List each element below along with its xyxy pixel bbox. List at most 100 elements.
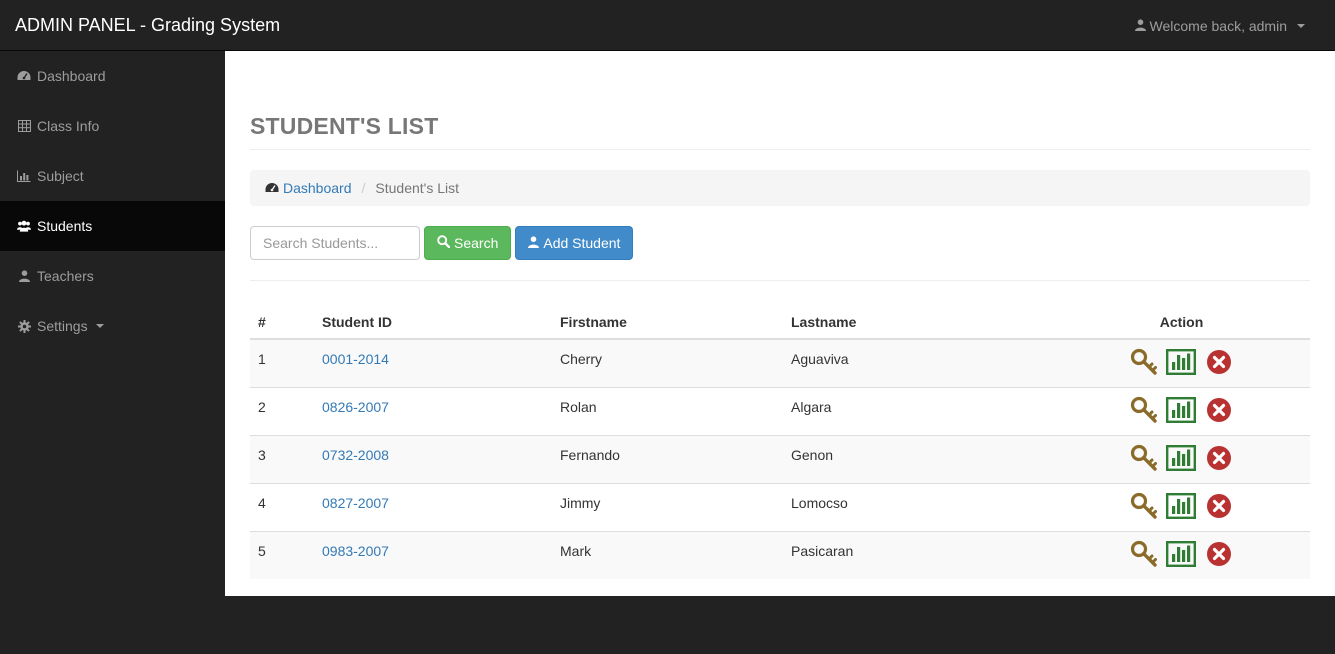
- column-header-student-id: Student ID: [314, 301, 552, 340]
- delete-icon[interactable]: [1203, 348, 1233, 379]
- sidebar-item-dashboard[interactable]: Dashboard: [0, 51, 225, 101]
- sidebar-item-students[interactable]: Students: [0, 201, 225, 251]
- cell-actions: [1053, 338, 1310, 388]
- cell-lastname: Aguaviva: [783, 338, 1053, 388]
- student-id-link[interactable]: 0826-2007: [322, 399, 389, 415]
- column-header-firstname: Firstname: [552, 301, 783, 340]
- user-icon: [17, 269, 31, 283]
- table-row: 3 0732-2008 Fernando Genon: [250, 435, 1310, 484]
- cell-firstname: Cherry: [552, 338, 783, 388]
- table-icon: [17, 119, 31, 133]
- cell-lastname: Lomocso: [783, 483, 1053, 532]
- sidebar-item-label: Class Info: [37, 118, 100, 134]
- key-icon[interactable]: [1130, 492, 1158, 523]
- delete-icon[interactable]: [1203, 492, 1233, 523]
- sidebar-item-label: Subject: [37, 168, 84, 184]
- toolbar: Search Add Student: [250, 226, 634, 260]
- chevron-down-icon: [1297, 24, 1305, 28]
- bar-chart-icon[interactable]: [1165, 445, 1196, 474]
- column-header-action: Action: [1053, 301, 1310, 340]
- cell-actions: [1053, 483, 1310, 532]
- students-table: # Student ID Firstname Lastname Action 1…: [250, 301, 1310, 579]
- table-row: 5 0983-2007 Mark Pasicaran: [250, 531, 1310, 579]
- student-id-link[interactable]: 0732-2008: [322, 447, 389, 463]
- sidebar-item-class-info[interactable]: Class Info: [0, 101, 225, 151]
- cell-firstname: Rolan: [552, 387, 783, 436]
- key-icon[interactable]: [1130, 540, 1158, 571]
- cell-lastname: Algara: [783, 387, 1053, 436]
- cell-firstname: Fernando: [552, 435, 783, 484]
- breadcrumb-home-label: Dashboard: [283, 180, 352, 196]
- cell-number: 5: [250, 531, 314, 579]
- table-header-row: # Student ID Firstname Lastname Action: [250, 301, 1310, 340]
- users-icon: [17, 219, 31, 233]
- cell-student-id: 0001-2014: [314, 338, 552, 388]
- sidebar: Dashboard Class Info Subject Students Te…: [0, 51, 225, 654]
- gear-icon: [17, 319, 31, 333]
- table-row: 1 0001-2014 Cherry Aguaviva: [250, 338, 1310, 388]
- breadcrumb-current: Student's List: [375, 180, 460, 196]
- user-menu[interactable]: Welcome back, admin: [1134, 17, 1305, 35]
- breadcrumb-dashboard-link[interactable]: Dashboard: [265, 180, 352, 196]
- delete-icon[interactable]: [1203, 540, 1233, 571]
- student-id-link[interactable]: 0983-2007: [322, 543, 389, 559]
- cell-number: 2: [250, 387, 314, 436]
- page-title: STUDENT'S LIST: [250, 113, 439, 139]
- key-icon[interactable]: [1130, 348, 1158, 379]
- user-icon: [528, 235, 540, 251]
- key-icon[interactable]: [1130, 444, 1158, 475]
- top-navbar: ADMIN PANEL - Grading System Welcome bac…: [0, 0, 1335, 51]
- sidebar-item-teachers[interactable]: Teachers: [0, 251, 225, 301]
- student-id-link[interactable]: 0827-2007: [322, 495, 389, 511]
- cell-lastname: Pasicaran: [783, 531, 1053, 579]
- key-icon[interactable]: [1130, 396, 1158, 427]
- bar-chart-icon[interactable]: [1165, 349, 1196, 378]
- cell-student-id: 0826-2007: [314, 387, 552, 436]
- cell-student-id: 0732-2008: [314, 435, 552, 484]
- sidebar-item-label: Settings: [37, 318, 88, 334]
- bar-chart-icon[interactable]: [1165, 397, 1196, 426]
- cell-number: 3: [250, 435, 314, 484]
- cell-student-id: 0827-2007: [314, 483, 552, 532]
- dashboard-icon: [265, 180, 279, 196]
- column-header-number: #: [250, 301, 314, 340]
- chevron-down-icon: [95, 324, 104, 328]
- divider: [250, 280, 1310, 281]
- cell-actions: [1053, 531, 1310, 579]
- add-student-button[interactable]: Add Student: [515, 226, 634, 260]
- bar-chart-icon[interactable]: [1165, 541, 1196, 570]
- delete-icon[interactable]: [1203, 444, 1233, 475]
- search-button-label: Search: [454, 235, 499, 251]
- breadcrumb-separator: /: [361, 180, 366, 196]
- delete-icon[interactable]: [1203, 396, 1233, 427]
- user-menu-label: Welcome back, admin: [1149, 18, 1287, 34]
- search-icon: [437, 235, 451, 251]
- app-brand[interactable]: ADMIN PANEL - Grading System: [15, 15, 280, 35]
- dashboard-icon: [17, 69, 31, 83]
- cell-actions: [1053, 435, 1310, 484]
- sidebar-item-label: Dashboard: [37, 68, 106, 84]
- cell-student-id: 0983-2007: [314, 531, 552, 579]
- sidebar-item-label: Students: [37, 218, 93, 234]
- breadcrumb: Dashboard / Student's List: [250, 170, 1310, 206]
- cell-firstname: Mark: [552, 531, 783, 579]
- cell-number: 4: [250, 483, 314, 532]
- table-row: 4 0827-2007 Jimmy Lomocso: [250, 483, 1310, 532]
- search-button[interactable]: Search: [424, 226, 512, 260]
- cell-number: 1: [250, 338, 314, 388]
- search-input[interactable]: [250, 226, 420, 260]
- cell-lastname: Genon: [783, 435, 1053, 484]
- sidebar-item-settings[interactable]: Settings: [0, 301, 225, 351]
- bar-chart-icon[interactable]: [1165, 493, 1196, 522]
- student-id-link[interactable]: 0001-2014: [322, 351, 389, 367]
- bar-chart-icon: [17, 169, 31, 183]
- divider: [250, 149, 1310, 150]
- sidebar-item-label: Teachers: [37, 268, 94, 284]
- sidebar-item-subject[interactable]: Subject: [0, 151, 225, 201]
- user-icon: [1134, 17, 1146, 35]
- cell-actions: [1053, 387, 1310, 436]
- table-row: 2 0826-2007 Rolan Algara: [250, 387, 1310, 436]
- cell-firstname: Jimmy: [552, 483, 783, 532]
- add-student-button-label: Add Student: [543, 235, 621, 251]
- main-content: STUDENT'S LIST Dashboard / Student's Lis…: [225, 51, 1335, 596]
